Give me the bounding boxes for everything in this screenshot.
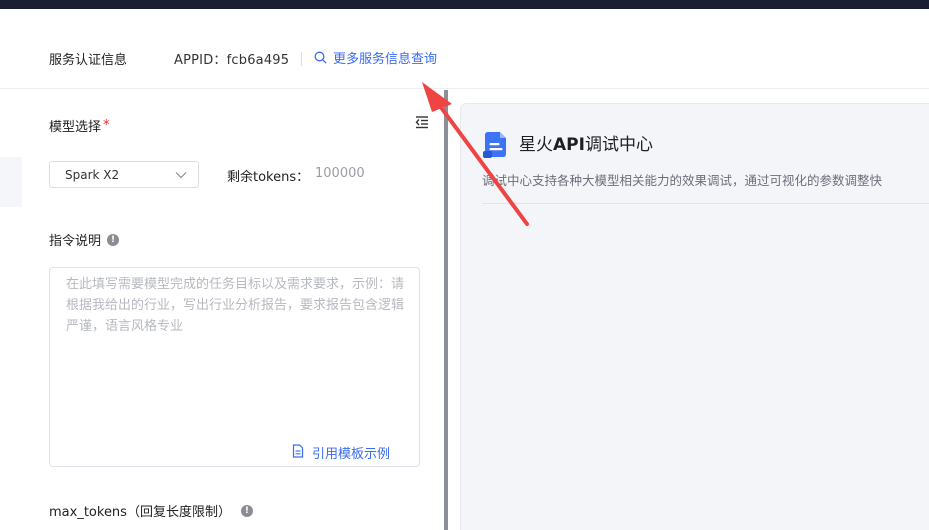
top-navigation-bar xyxy=(0,0,929,9)
service-auth-title: 服务认证信息 xyxy=(49,53,128,68)
more-service-info-link[interactable]: 更多服务信息查询 xyxy=(314,48,437,67)
debug-center-title-post: 调试中心 xyxy=(584,135,653,155)
model-select[interactable]: Spark X2 xyxy=(49,161,199,188)
instruction-label: 指令说明 ! xyxy=(49,230,120,249)
instruction-label-text: 指令说明 xyxy=(49,234,102,249)
collapse-panel-icon[interactable] xyxy=(414,114,430,130)
max-tokens-label: max_tokens（回复长度限制） ! xyxy=(49,501,253,520)
use-template-example-label: 引用模板示例 xyxy=(312,447,391,462)
more-service-info-label: 更多服务信息查询 xyxy=(333,52,438,67)
info-icon[interactable]: ! xyxy=(107,233,120,246)
divider xyxy=(482,203,929,204)
use-template-example-link[interactable]: 引用模板示例 xyxy=(292,443,390,462)
debug-center-title-pre: 星火 xyxy=(519,135,553,155)
document-icon xyxy=(292,443,304,462)
model-select-label-text: 模型选择 xyxy=(49,120,102,135)
debug-center-title-api: API xyxy=(553,135,585,155)
instruction-textarea[interactable]: 在此填写需要模型完成的任务目标以及需求要求，示例：请根据我给出的行业，写出行业分… xyxy=(49,267,420,467)
info-icon[interactable]: ! xyxy=(240,504,253,517)
chevron-down-icon xyxy=(175,168,187,182)
model-select-value: Spark X2 xyxy=(65,167,120,182)
remaining-tokens-value: 100000 xyxy=(315,166,365,181)
debug-center-description: 调试中心支持各种大模型相关能力的效果调试，通过可视化的参数调整快 xyxy=(482,173,883,188)
appid-text: APPID：fcb6a495 xyxy=(174,53,290,68)
search-icon xyxy=(314,51,327,64)
spark-logo-icon xyxy=(482,129,510,159)
model-select-label: 模型选择 * xyxy=(49,116,110,135)
instruction-placeholder: 在此填写需要模型完成的任务目标以及需求要求，示例：请根据我给出的行业，写出行业分… xyxy=(66,277,405,334)
debug-center-title: 星火API调试中心 xyxy=(519,130,653,155)
debug-center-panel xyxy=(460,103,929,530)
max-tokens-label-text: max_tokens（回复长度限制） xyxy=(49,505,231,520)
required-mark: * xyxy=(103,118,110,133)
sidebar-edge xyxy=(0,157,22,207)
service-auth-bar xyxy=(0,9,929,89)
divider xyxy=(301,52,302,66)
remaining-tokens-label: 剩余tokens： xyxy=(227,170,310,185)
panel-resize-handle[interactable] xyxy=(444,90,448,530)
